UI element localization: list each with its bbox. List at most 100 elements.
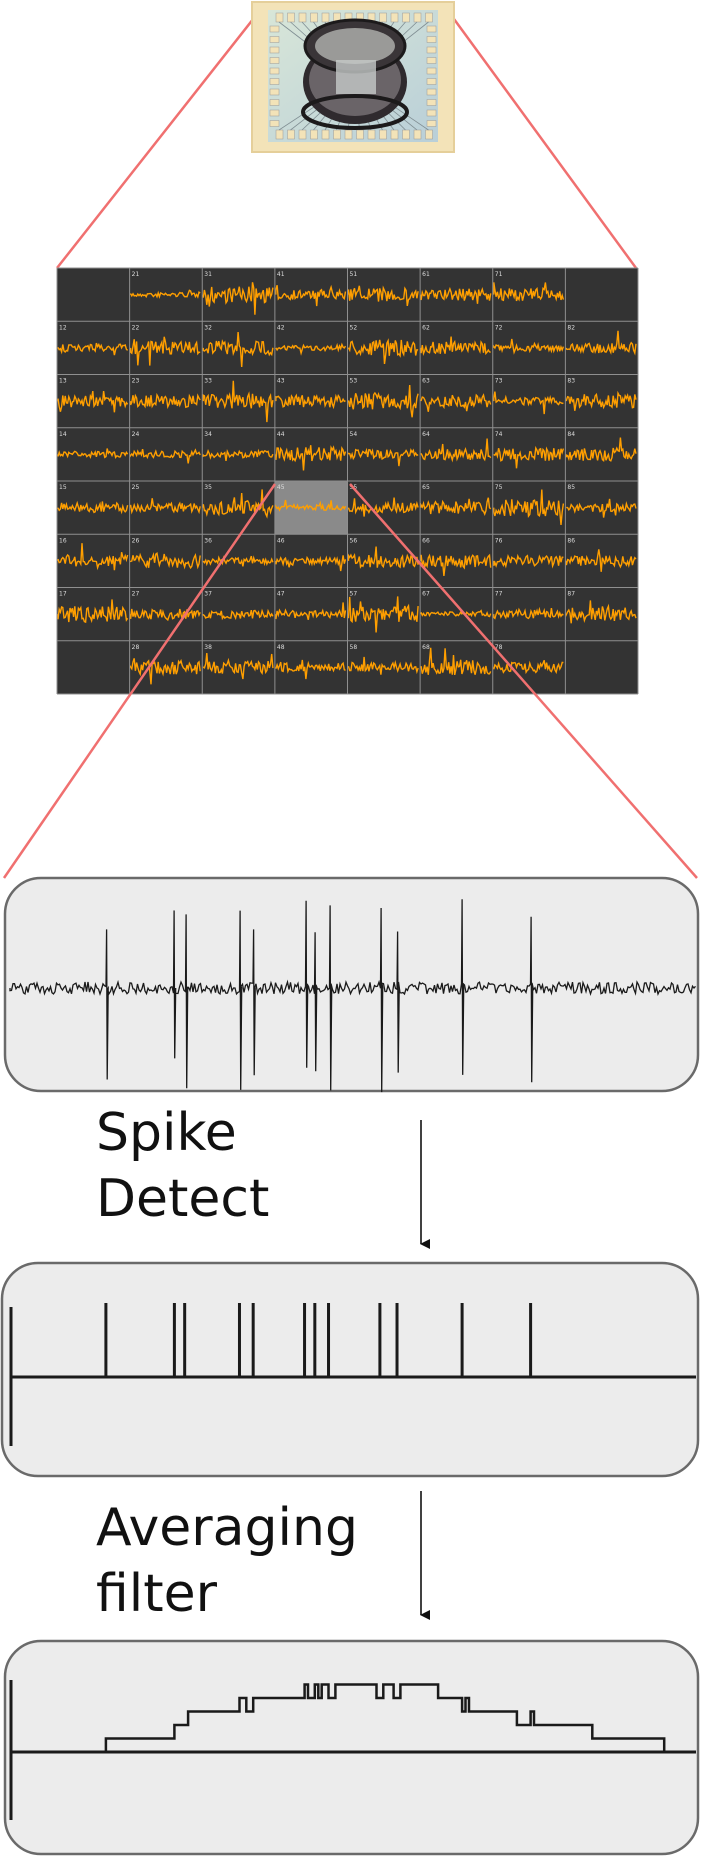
chip-pad bbox=[269, 78, 280, 85]
chip-pad bbox=[426, 57, 437, 64]
chip-pad bbox=[426, 99, 437, 106]
chip-pad bbox=[269, 99, 280, 106]
chip-pad bbox=[425, 129, 433, 140]
chip-pad bbox=[413, 129, 422, 140]
channel-label: 77 bbox=[495, 591, 503, 598]
channel-label: 13 bbox=[59, 378, 67, 385]
channel-label: 26 bbox=[132, 537, 140, 544]
chip-pad bbox=[269, 109, 280, 117]
chip-pad bbox=[426, 88, 437, 96]
channel-label: 27 bbox=[132, 591, 140, 598]
channel-label: 46 bbox=[277, 537, 285, 544]
channel-label: 76 bbox=[495, 537, 503, 544]
channel-label: 66 bbox=[422, 537, 430, 544]
zoom-line-chip-right bbox=[441, 3, 638, 269]
chip-pad bbox=[426, 78, 437, 85]
channel-label: 64 bbox=[422, 431, 430, 438]
channel-label: 63 bbox=[422, 378, 430, 385]
channel-label: 31 bbox=[204, 271, 212, 278]
chip-pad bbox=[390, 12, 399, 23]
channel-label: 86 bbox=[567, 537, 575, 544]
channel-label: 71 bbox=[495, 271, 503, 278]
channel-label: 68 bbox=[422, 644, 430, 651]
chip-pad bbox=[426, 25, 437, 33]
channel-label: 17 bbox=[59, 591, 67, 598]
chip-pad bbox=[298, 129, 307, 140]
chip-pad bbox=[356, 129, 364, 140]
spike-detect-label-line1: Spike bbox=[96, 1103, 237, 1163]
channel-label: 56 bbox=[350, 537, 358, 544]
channel-label: 52 bbox=[350, 324, 358, 331]
chip-pad bbox=[275, 12, 284, 23]
channel-label: 36 bbox=[204, 537, 212, 544]
channel-label: 16 bbox=[59, 537, 67, 544]
chip-pad bbox=[344, 129, 353, 140]
channel-label: 65 bbox=[422, 484, 430, 491]
chip-pad bbox=[310, 12, 318, 23]
chip-pad bbox=[367, 129, 376, 140]
chip-pad bbox=[269, 88, 280, 96]
chip-pad bbox=[402, 129, 410, 140]
chip-pad bbox=[269, 57, 280, 64]
chip-pad bbox=[413, 12, 422, 23]
averaging-filter-label: Averaging filter bbox=[96, 1495, 358, 1627]
channel-label: 45 bbox=[277, 484, 285, 491]
chip-pad bbox=[426, 46, 437, 54]
chip-pad bbox=[426, 36, 437, 43]
channel-label: 14 bbox=[59, 431, 67, 438]
channel-label: 75 bbox=[495, 484, 503, 491]
channel-label: 47 bbox=[277, 591, 285, 598]
chip-pad bbox=[333, 129, 341, 140]
channel-label: 12 bbox=[59, 324, 67, 331]
chip-pad bbox=[425, 12, 433, 23]
channel-label: 83 bbox=[567, 378, 575, 385]
channel-label: 37 bbox=[204, 591, 212, 598]
channel-label: 25 bbox=[132, 484, 140, 491]
chip-pad bbox=[390, 129, 399, 140]
chip-pad bbox=[426, 109, 437, 117]
channel-label: 73 bbox=[495, 378, 503, 385]
chip-pad bbox=[321, 12, 330, 23]
chip-pad bbox=[269, 46, 280, 54]
raw-trace-panel bbox=[3, 876, 700, 1093]
channel-label: 41 bbox=[277, 271, 285, 278]
channel-label: 32 bbox=[204, 324, 212, 331]
channel-label: 42 bbox=[277, 324, 285, 331]
channel-label: 48 bbox=[277, 644, 285, 651]
chip-pad bbox=[287, 12, 295, 23]
averaging-filter-label-line2: filter bbox=[96, 1564, 217, 1624]
channel-label: 28 bbox=[132, 644, 140, 651]
channel-label: 43 bbox=[277, 378, 285, 385]
channel-label: 61 bbox=[422, 271, 430, 278]
chip-pad bbox=[321, 129, 330, 140]
mea-trace-grid: 21 31 41 51 61 71 12 22 32 42 52 62 72 82 13 23 33 43 53 63… bbox=[56, 267, 639, 695]
channel-label: 54 bbox=[350, 431, 358, 438]
channel-label: 15 bbox=[59, 484, 67, 491]
chip-pad bbox=[269, 67, 280, 75]
channel-label: 85 bbox=[567, 484, 575, 491]
channel-label: 74 bbox=[495, 431, 503, 438]
chip-pad bbox=[426, 120, 437, 127]
channel-label: 72 bbox=[495, 324, 503, 331]
spike-detect-label-line2: Detect bbox=[96, 1169, 270, 1229]
channel-label: 67 bbox=[422, 591, 430, 598]
channel-label: 21 bbox=[132, 271, 140, 278]
chip-pad bbox=[287, 129, 295, 140]
chip-pad bbox=[426, 67, 437, 75]
channel-label: 57 bbox=[350, 591, 358, 598]
channel-label: 24 bbox=[132, 431, 140, 438]
chip-pad bbox=[269, 25, 280, 33]
channel-label: 44 bbox=[277, 431, 285, 438]
channel-label: 22 bbox=[132, 324, 140, 331]
mea-chip-image bbox=[251, 1, 455, 153]
averaged-rate-panel bbox=[3, 1639, 700, 1856]
spike-detect-label: Spike Detect bbox=[96, 1100, 269, 1232]
channel-label: 53 bbox=[350, 378, 358, 385]
chip-pad bbox=[310, 129, 318, 140]
chip-pad bbox=[402, 12, 410, 23]
channel-label: 38 bbox=[204, 644, 212, 651]
chip-pad bbox=[269, 36, 280, 43]
channel-label: 82 bbox=[567, 324, 575, 331]
channel-label: 51 bbox=[350, 271, 358, 278]
channel-label: 33 bbox=[204, 378, 212, 385]
